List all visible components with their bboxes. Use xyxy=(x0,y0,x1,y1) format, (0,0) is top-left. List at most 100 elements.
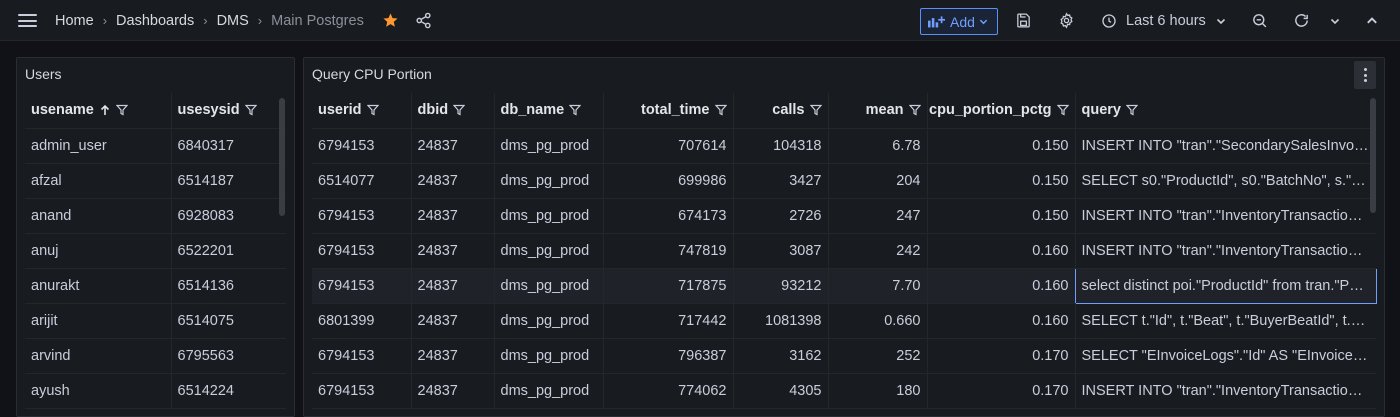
cell-usesysid: 6795563 xyxy=(170,338,286,374)
filter-icon[interactable] xyxy=(1056,104,1069,116)
filter-icon[interactable] xyxy=(569,104,582,116)
cell-query[interactable]: SELECT t."Id", t."Beat", t."BuyerBeatId"… xyxy=(1074,303,1376,339)
table-row[interactable]: 6794153 24837 dms_pg_prod 774062 4305 180 0.17… xyxy=(312,373,1376,409)
table-row[interactable]: anurakt 6514136 xyxy=(25,268,286,304)
cell-usename: admin_user xyxy=(25,128,171,164)
filter-icon[interactable] xyxy=(244,104,257,116)
cell-cpu-portion-pctg: 0.160 xyxy=(926,303,1075,339)
table-row[interactable]: admin_user 6840317 xyxy=(25,128,286,164)
query-cpu-table: userid dbid db_name total_time calls mean cpu_… xyxy=(312,93,1377,409)
cell-userid: 6794153 xyxy=(312,338,411,374)
cell-usename: afzal xyxy=(25,163,171,199)
cell-cpu-portion-pctg: 0.160 xyxy=(926,233,1075,269)
cell-usesysid: 6928083 xyxy=(170,198,286,234)
cell-query[interactable]: INSERT INTO "tran"."SecondarySalesInvoic… xyxy=(1074,128,1376,164)
cell-cpu-portion-pctg: 0.170 xyxy=(926,373,1075,409)
column-header-db-name[interactable]: db_name xyxy=(493,93,603,129)
cell-userid: 6801399 xyxy=(312,303,411,339)
filter-icon[interactable] xyxy=(714,104,727,116)
cell-db-name: dms_pg_prod xyxy=(493,373,603,409)
table-row[interactable]: ayush 6514224 xyxy=(25,373,286,409)
column-header-label: dbid xyxy=(417,102,449,119)
hamburger-icon[interactable] xyxy=(18,14,37,27)
cell-calls: 2726 xyxy=(732,198,828,234)
cell-calls: 4305 xyxy=(732,373,828,409)
table-row[interactable]: 6794153 24837 dms_pg_prod 707614 104318 6.78 0… xyxy=(312,128,1376,164)
cell-calls: 104318 xyxy=(732,128,828,164)
share-icon[interactable] xyxy=(415,12,432,29)
table-row[interactable]: afzal 6514187 xyxy=(25,163,286,199)
table-row[interactable]: arvind 6795563 xyxy=(25,338,286,374)
table-row[interactable]: 6514077 24837 dms_pg_prod 699986 3427 204 0.15… xyxy=(312,163,1376,199)
query-cpu-panel: Query CPU Portion userid dbid db_name total… xyxy=(303,57,1385,417)
table-row[interactable]: 6794153 24837 dms_pg_prod 796387 3162 252 0.17… xyxy=(312,338,1376,374)
add-panel-icon xyxy=(928,16,945,28)
column-header-usesysid[interactable]: usesysid xyxy=(170,93,286,129)
column-header-mean[interactable]: mean xyxy=(827,93,927,129)
cell-usename: anand xyxy=(25,198,171,234)
cell-db-name: dms_pg_prod xyxy=(493,198,603,234)
table-row[interactable]: anuj 6522201 xyxy=(25,233,286,269)
cell-userid: 6794153 xyxy=(312,373,411,409)
top-navbar: Home › Dashboards › DMS › Main Postgres … xyxy=(0,0,1400,41)
cell-query[interactable]: INSERT INTO "tran"."InventoryTransaction… xyxy=(1074,198,1376,234)
column-header-label: usename xyxy=(31,102,94,119)
breadcrumb-folder[interactable]: DMS xyxy=(217,13,249,29)
zoom-out-icon[interactable] xyxy=(1251,12,1268,29)
cpu-scrollbar[interactable] xyxy=(1370,98,1376,213)
cell-userid: 6794153 xyxy=(312,268,411,304)
time-range-picker[interactable]: Last 6 hours xyxy=(1101,0,1226,41)
chevron-down-icon[interactable] xyxy=(1330,16,1340,26)
column-header-dbid[interactable]: dbid xyxy=(410,93,494,129)
star-icon[interactable] xyxy=(382,12,399,29)
cell-calls: 3427 xyxy=(732,163,828,199)
cell-dbid: 24837 xyxy=(410,198,494,234)
column-header-total-time[interactable]: total_time xyxy=(602,93,733,129)
filter-icon[interactable] xyxy=(1126,104,1138,116)
column-header-usename[interactable]: usename xyxy=(25,93,171,129)
time-range-label: Last 6 hours xyxy=(1126,12,1206,29)
table-row[interactable]: 6801399 24837 dms_pg_prod 717442 1081398 0.66… xyxy=(312,303,1376,339)
save-icon[interactable] xyxy=(1015,12,1032,29)
column-header-cpu-portion-pctg[interactable]: cpu_portion_pctg xyxy=(926,93,1075,129)
cell-userid: 6794153 xyxy=(312,198,411,234)
cell-total-time: 774062 xyxy=(602,373,733,409)
breadcrumb-home[interactable]: Home xyxy=(55,13,94,29)
table-row[interactable]: 6794153 24837 dms_pg_prod 674173 2726 247 0.15… xyxy=(312,198,1376,234)
table-row[interactable]: 6794153 24837 dms_pg_prod 747819 3087 242 0.16… xyxy=(312,233,1376,269)
cell-query[interactable]: select distinct poi."ProductId" from tra… xyxy=(1074,267,1377,304)
cell-query[interactable]: SELECT "EInvoiceLogs"."Id" AS "EInvoiceL… xyxy=(1074,338,1376,374)
cell-dbid: 24837 xyxy=(410,303,494,339)
column-header-userid[interactable]: userid xyxy=(312,93,411,129)
cell-db-name: dms_pg_prod xyxy=(493,233,603,269)
cell-db-name: dms_pg_prod xyxy=(493,303,603,339)
chevron-up-icon[interactable] xyxy=(1366,15,1378,27)
breadcrumb-separator-icon: › xyxy=(203,13,208,28)
panel-menu-icon[interactable] xyxy=(1354,61,1376,89)
column-header-query[interactable]: query xyxy=(1074,93,1376,129)
users-scrollbar[interactable] xyxy=(279,98,285,216)
add-button[interactable]: Add xyxy=(920,8,998,35)
table-row[interactable]: anand 6928083 xyxy=(25,198,286,234)
cell-mean: 180 xyxy=(827,373,927,409)
cell-mean: 252 xyxy=(827,338,927,374)
filter-icon[interactable] xyxy=(908,104,921,116)
filter-icon[interactable] xyxy=(115,104,128,116)
arrow-up-icon xyxy=(100,105,109,116)
cell-query[interactable]: INSERT INTO "tran"."InventoryTransaction… xyxy=(1074,233,1376,269)
refresh-icon[interactable] xyxy=(1293,12,1310,29)
column-header-calls[interactable]: calls xyxy=(732,93,828,129)
gear-icon[interactable] xyxy=(1058,12,1075,29)
filter-icon[interactable] xyxy=(366,104,379,116)
filter-icon[interactable] xyxy=(809,104,822,116)
table-row[interactable]: arijit 6514075 xyxy=(25,303,286,339)
filter-icon[interactable] xyxy=(453,104,466,116)
cell-dbid: 24837 xyxy=(410,373,494,409)
cell-usesysid: 6514224 xyxy=(170,373,286,409)
cell-query[interactable]: SELECT s0."ProductId", s0."BatchNo", s."… xyxy=(1074,163,1376,199)
table-row[interactable]: 6794153 24837 dms_pg_prod 717875 93212 7.70 0.… xyxy=(312,267,1377,304)
breadcrumb-dashboards[interactable]: Dashboards xyxy=(116,13,194,29)
cell-dbid: 24837 xyxy=(410,128,494,164)
cell-query[interactable]: INSERT INTO "tran"."InventoryTransaction… xyxy=(1074,373,1376,409)
cell-usesysid: 6840317 xyxy=(170,128,286,164)
